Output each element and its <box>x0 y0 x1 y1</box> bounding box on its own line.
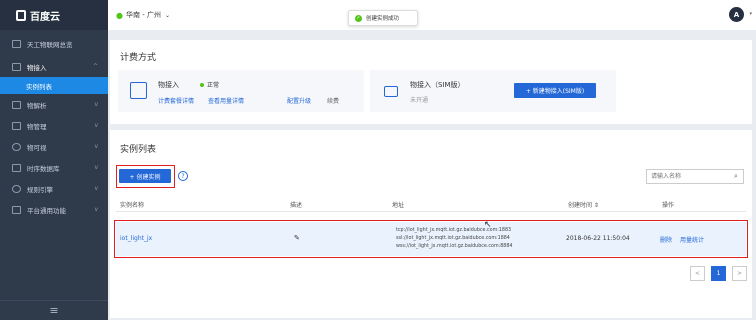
chevron-down-icon: v <box>94 122 98 129</box>
column-header-address: 地址 <box>392 202 405 209</box>
status-badge: 正常 <box>200 80 219 89</box>
logo[interactable]: 百度云 <box>0 0 108 30</box>
sidebar-item-iot-visual[interactable]: 物可视 v <box>0 136 108 157</box>
mail-icon <box>12 205 21 214</box>
sidebar-item-iot-parse[interactable]: 物解析 v <box>0 94 108 115</box>
search-icon[interactable]: ⌕ <box>734 172 738 181</box>
chevron-up-icon: ^ <box>92 63 98 70</box>
check-circle-icon: ✓ <box>355 14 362 22</box>
sidebar-item-iot-manage[interactable]: 物管理 v <box>0 115 108 136</box>
iot-access-name: 物接入 <box>158 81 179 89</box>
toast-message: 创建实例成功 <box>366 16 400 22</box>
sidebar-item-label: 天工物联网总览 <box>27 41 73 49</box>
logo-text: 百度云 <box>30 11 60 23</box>
renew-link[interactable]: 续费 <box>327 96 339 105</box>
top-bar: ● 华南 - 广州 ⌄ ✓ 创建实例成功 A ▾ <box>108 0 756 30</box>
page-button[interactable]: 1 <box>711 266 726 281</box>
new-sim-button[interactable]: + 新建物接入(SIM版) <box>514 83 596 98</box>
sidebar-item-label: 物可视 <box>27 143 47 152</box>
highlight-box <box>114 220 748 258</box>
sidebar-item-iot-access[interactable]: 物接入 ^ <box>0 56 108 77</box>
status-dot-icon <box>200 82 204 87</box>
plug-icon <box>12 62 21 71</box>
column-header-description: 描述 <box>290 202 303 209</box>
chevron-down-icon: v <box>94 206 98 213</box>
column-header-name: 实例名称 <box>120 202 145 209</box>
pagination: < 1 > <box>684 266 747 281</box>
sidebar-item-platform[interactable]: 平台通用功能 v <box>0 199 108 220</box>
chevron-down-icon: v <box>94 164 98 171</box>
column-header-created[interactable]: 创建时间 ⇕ <box>568 200 599 209</box>
parse-icon <box>12 100 21 109</box>
sidebar-item-label: 规则引擎 <box>27 185 53 194</box>
billing-card: 计费方式 物接入 正常 计费套餐详情 查看用量详情 配置升级 续费 物接入（SI… <box>110 40 752 124</box>
sidebar: 百度云 天工物联网总览 物接入 ^ 实例列表 物解析 v 物管理 v 物可视 v… <box>0 0 108 320</box>
iot-access-icon <box>130 82 147 99</box>
avatar[interactable]: A <box>729 7 744 22</box>
mouse-cursor-icon: ↖ <box>484 220 492 230</box>
rule-icon <box>12 184 21 193</box>
sidebar-item-label: 平台通用功能 <box>27 206 66 215</box>
sim-name: 物接入（SIM版） <box>410 81 465 89</box>
sidebar-item-tsdb[interactable]: 时序数据库 v <box>0 157 108 178</box>
sim-pane: 物接入（SIM版） 未开通 + 新建物接入(SIM版) <box>370 70 616 112</box>
manage-icon <box>12 121 21 130</box>
highlight-box <box>116 165 175 188</box>
usage-details-link[interactable]: 查看用量详情 <box>208 96 244 105</box>
sidebar-item-overview[interactable]: 天工物联网总览 <box>0 32 108 56</box>
help-icon[interactable]: ? <box>178 171 188 181</box>
status-text: 正常 <box>207 82 220 89</box>
upgrade-link[interactable]: 配置升级 <box>287 96 311 105</box>
sidebar-item-label: 物接入 <box>27 63 47 72</box>
sim-card-icon <box>384 86 398 97</box>
collapse-menu-icon[interactable]: ≡ <box>0 300 108 320</box>
eye-icon <box>12 142 21 151</box>
sidebar-item-label: 实例列表 <box>26 82 52 91</box>
search-input[interactable] <box>646 169 744 184</box>
sidebar-item-rule-engine[interactable]: 规则引擎 v <box>0 178 108 199</box>
sidebar-item-label: 物管理 <box>27 122 47 131</box>
grid-icon <box>12 40 21 48</box>
chevron-down-icon: v <box>94 143 98 150</box>
next-page-button[interactable]: > <box>732 266 747 281</box>
database-icon <box>12 163 21 172</box>
column-header-actions: 操作 <box>662 202 675 209</box>
prev-page-button[interactable]: < <box>690 266 705 281</box>
sidebar-item-label: 时序数据库 <box>27 164 60 173</box>
sim-status: 未开通 <box>410 97 429 104</box>
cloud-logo-icon <box>16 9 26 21</box>
region-selector[interactable]: ● 华南 - 广州 ⌄ <box>116 10 170 20</box>
instance-list-title: 实例列表 <box>120 145 157 155</box>
success-toast: ✓ 创建实例成功 <box>348 10 418 26</box>
instance-list-card: 实例列表 + 创建实例 ? ⌕ 实例名称 描述 地址 创建时间 ⇕ 操作 iot… <box>110 130 752 318</box>
iot-access-pane: 物接入 正常 计费套餐详情 查看用量详情 配置升级 续费 <box>118 70 364 112</box>
sidebar-item-instance-list[interactable]: 实例列表 <box>0 77 108 94</box>
chevron-down-icon: v <box>94 185 98 192</box>
chevron-down-icon: ⌄ <box>164 11 170 19</box>
region-label: 华南 - 广州 <box>125 11 161 19</box>
chevron-down-icon: v <box>94 101 98 108</box>
plan-details-link[interactable]: 计费套餐详情 <box>158 96 194 105</box>
location-pin-icon: ● <box>116 10 123 20</box>
chevron-down-icon[interactable]: ▾ <box>749 11 752 17</box>
sidebar-item-label: 物解析 <box>27 101 47 110</box>
table-header: 实例名称 描述 地址 创建时间 ⇕ 操作 <box>116 196 746 212</box>
billing-title: 计费方式 <box>120 53 157 63</box>
